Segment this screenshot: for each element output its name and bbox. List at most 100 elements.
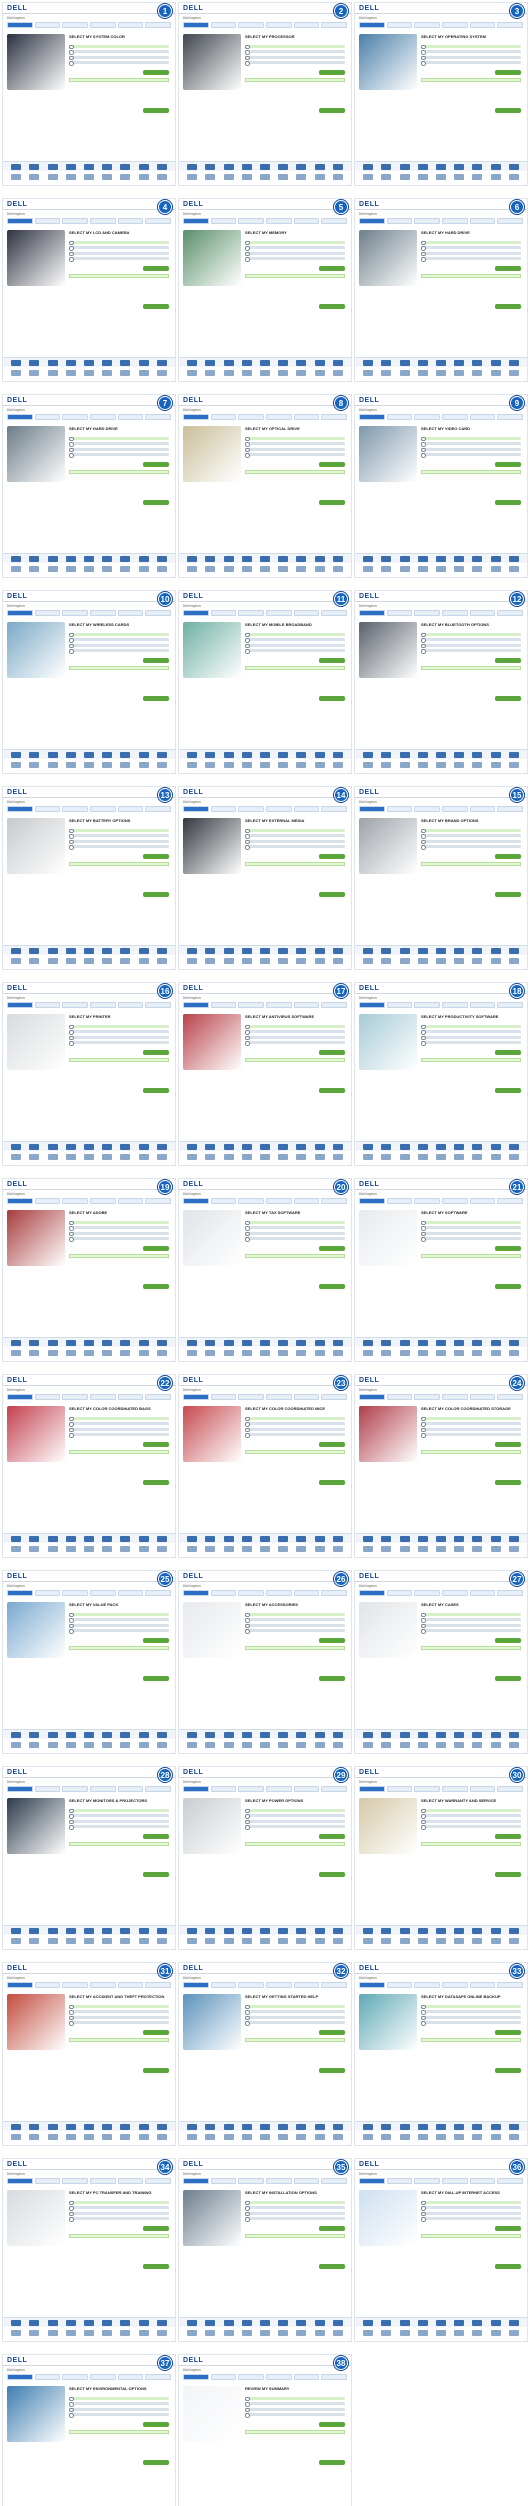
nav-thumb[interactable] <box>363 2134 374 2140</box>
option-radio[interactable] <box>69 638 169 643</box>
nav-thumb[interactable] <box>241 370 252 376</box>
nav-thumb[interactable] <box>241 1154 252 1160</box>
nav-thumb[interactable] <box>138 958 149 964</box>
nav-thumb[interactable] <box>156 555 167 562</box>
nav-thumb[interactable] <box>454 1546 465 1552</box>
nav-thumb[interactable] <box>29 370 40 376</box>
option-radio[interactable] <box>245 2413 345 2418</box>
nav-thumb[interactable] <box>381 555 392 562</box>
nav-thumb[interactable] <box>187 751 198 758</box>
option-radio[interactable] <box>421 257 521 262</box>
nav-thumb[interactable] <box>296 163 307 170</box>
option-radio[interactable] <box>69 442 169 447</box>
option-radio[interactable] <box>69 2206 169 2211</box>
nav-thumb[interactable] <box>332 2319 343 2326</box>
nav-thumb[interactable] <box>296 1154 307 1160</box>
nav-thumb[interactable] <box>138 174 149 180</box>
nav-thumb[interactable] <box>363 555 374 562</box>
nav-thumb[interactable] <box>381 751 392 758</box>
nav-thumb[interactable] <box>29 566 40 572</box>
nav-thumb[interactable] <box>29 1731 40 1738</box>
continue-button-bottom[interactable] <box>319 1480 345 1485</box>
nav-thumb[interactable] <box>454 2123 465 2130</box>
dell-logo[interactable]: DELL <box>359 1377 379 1384</box>
nav-thumb[interactable] <box>399 1154 410 1160</box>
option-radio[interactable] <box>245 2407 345 2412</box>
option-radio[interactable] <box>245 1226 345 1231</box>
nav-thumb[interactable] <box>223 163 234 170</box>
nav-thumb[interactable] <box>83 370 94 376</box>
nav-thumb[interactable] <box>156 1535 167 1542</box>
nav-thumb[interactable] <box>47 762 58 768</box>
nav-thumb[interactable] <box>187 1546 198 1552</box>
option-radio[interactable] <box>69 643 169 648</box>
nav-thumb[interactable] <box>11 359 22 366</box>
continue-button[interactable] <box>319 462 345 467</box>
nav-thumb[interactable] <box>490 174 501 180</box>
nav-thumb[interactable] <box>490 1731 501 1738</box>
option-radio[interactable] <box>69 1220 169 1225</box>
nav-thumb[interactable] <box>29 2123 40 2130</box>
nav-thumb[interactable] <box>508 958 519 964</box>
nav-thumb[interactable] <box>381 1938 392 1944</box>
nav-thumb[interactable] <box>435 1350 446 1356</box>
nav-thumb[interactable] <box>381 2134 392 2140</box>
nav-thumb[interactable] <box>454 762 465 768</box>
option-radio[interactable] <box>245 1433 345 1438</box>
option-radio[interactable] <box>245 1808 345 1813</box>
nav-thumb[interactable] <box>102 2319 113 2326</box>
nav-thumb[interactable] <box>363 1535 374 1542</box>
nav-thumb[interactable] <box>138 566 149 572</box>
dell-logo[interactable]: DELL <box>7 2357 27 2364</box>
nav-thumb[interactable] <box>296 566 307 572</box>
option-radio[interactable] <box>245 2217 345 2222</box>
nav-thumb[interactable] <box>417 1339 428 1346</box>
option-radio[interactable] <box>245 447 345 452</box>
nav-thumb[interactable] <box>120 751 131 758</box>
nav-thumb[interactable] <box>435 163 446 170</box>
nav-thumb[interactable] <box>156 163 167 170</box>
option-radio[interactable] <box>245 2211 345 2216</box>
continue-button-bottom[interactable] <box>495 1284 521 1289</box>
nav-thumb[interactable] <box>47 1731 58 1738</box>
nav-thumb[interactable] <box>11 762 22 768</box>
nav-thumb[interactable] <box>138 1535 149 1542</box>
nav-thumb[interactable] <box>11 1143 22 1150</box>
option-radio[interactable] <box>69 2004 169 2009</box>
nav-thumb[interactable] <box>223 174 234 180</box>
option-radio[interactable] <box>245 2004 345 2009</box>
option-radio[interactable] <box>69 1612 169 1617</box>
nav-thumb[interactable] <box>156 359 167 366</box>
option-radio[interactable] <box>421 1819 521 1824</box>
nav-thumb[interactable] <box>363 1143 374 1150</box>
nav-thumb[interactable] <box>47 2330 58 2336</box>
nav-thumb[interactable] <box>241 947 252 954</box>
nav-thumb[interactable] <box>363 359 374 366</box>
nav-thumb[interactable] <box>156 1143 167 1150</box>
nav-thumb[interactable] <box>399 1938 410 1944</box>
nav-thumb[interactable] <box>417 2123 428 2130</box>
nav-thumb[interactable] <box>156 1546 167 1552</box>
nav-thumb[interactable] <box>11 370 22 376</box>
nav-thumb[interactable] <box>363 1154 374 1160</box>
dell-logo[interactable]: DELL <box>359 5 379 12</box>
option-radio[interactable] <box>245 436 345 441</box>
nav-thumb[interactable] <box>417 1350 428 1356</box>
nav-thumb[interactable] <box>205 1339 216 1346</box>
nav-thumb[interactable] <box>332 1535 343 1542</box>
nav-thumb[interactable] <box>314 1731 325 1738</box>
nav-thumb[interactable] <box>47 2123 58 2130</box>
option-radio[interactable] <box>69 834 169 839</box>
dell-logo[interactable]: DELL <box>359 1965 379 1972</box>
nav-thumb[interactable] <box>120 947 131 954</box>
nav-thumb[interactable] <box>417 359 428 366</box>
nav-thumb[interactable] <box>223 370 234 376</box>
nav-thumb[interactable] <box>241 1731 252 1738</box>
nav-thumb[interactable] <box>399 174 410 180</box>
option-radio[interactable] <box>421 1629 521 1634</box>
nav-thumb[interactable] <box>120 2134 131 2140</box>
nav-thumb[interactable] <box>11 174 22 180</box>
continue-button[interactable] <box>495 2226 521 2231</box>
continue-button[interactable] <box>495 266 521 271</box>
nav-thumb[interactable] <box>241 1143 252 1150</box>
